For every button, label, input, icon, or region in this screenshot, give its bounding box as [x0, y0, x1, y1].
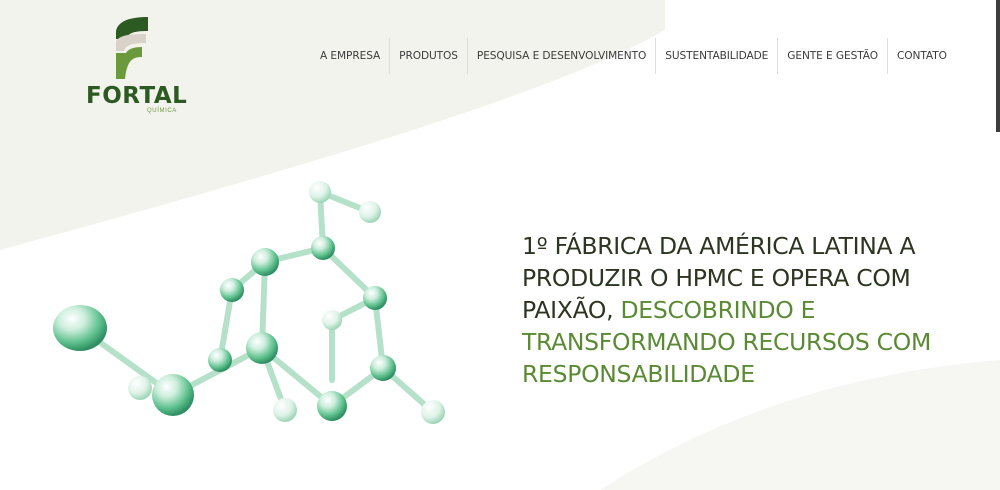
fortal-f-mark-icon: [116, 17, 148, 79]
nav-item-a-empresa[interactable]: A EMPRESA: [311, 38, 391, 74]
nav-item-gente-gestao[interactable]: GENTE E GESTÃO: [778, 38, 888, 74]
nav-item-pesquisa[interactable]: PESQUISA E DESENVOLVIMENTO: [468, 38, 657, 74]
brand-subtitle: QUÍMICA: [147, 108, 177, 114]
nav-item-contato[interactable]: CONTATO: [888, 38, 956, 74]
nav-item-produtos[interactable]: PRODUTOS: [390, 38, 468, 74]
brand-name: FORTAL: [86, 83, 188, 109]
nav-item-sustentabilidade[interactable]: SUSTENTABILIDADE: [656, 38, 779, 74]
scrollbar-thumb[interactable]: [996, 0, 1000, 132]
hero-headline: 1º FÁBRICA DA AMÉRICA LATINA A PRODUZIR …: [522, 230, 942, 390]
fortal-logo[interactable]: FORTAL QUÍMICA: [86, 17, 188, 117]
molecule-illustration: [53, 181, 445, 424]
main-navigation: A EMPRESA PRODUTOS PESQUISA E DESENVOLVI…: [311, 38, 956, 74]
